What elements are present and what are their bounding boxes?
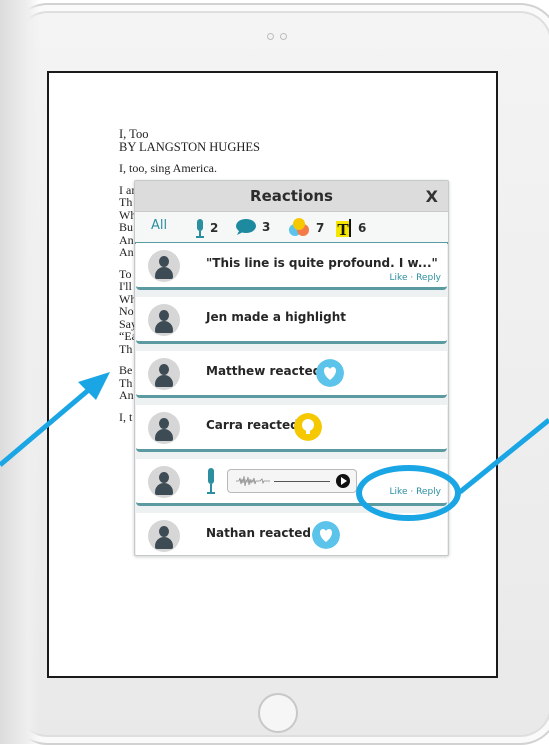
reaction-text: Jen made a highlight: [206, 310, 346, 324]
reaction-text: Nathan reacted: [206, 526, 311, 540]
reaction-card[interactable]: "This line is quite profound. I w..." Li…: [136, 243, 447, 290]
avatar: [148, 304, 180, 336]
comment-text: "This line is quite profound. I w...": [206, 256, 438, 270]
callout-arrow-left: [0, 372, 110, 467]
filter-highlights[interactable]: T 6: [335, 218, 366, 238]
filter-highlights-count: 6: [358, 221, 367, 235]
microphone-icon: [196, 219, 204, 238]
lightbulb-reaction-icon: [294, 413, 322, 441]
reaction-card[interactable]: Carra reacted: [136, 405, 447, 452]
avatar: [148, 250, 180, 282]
filter-reactions-count: 7: [316, 221, 325, 235]
heart-reaction-icon: [316, 359, 344, 387]
microphone-icon: [207, 468, 215, 494]
audio-player[interactable]: [227, 469, 357, 493]
home-button[interactable]: [258, 693, 298, 733]
reaction-text: Matthew reacted: [206, 364, 322, 378]
poem-title: I, Too: [119, 127, 149, 141]
svg-text:T: T: [337, 220, 349, 238]
reaction-card[interactable]: Jen made a highlight: [136, 297, 447, 344]
comment-bubble-icon: [236, 219, 256, 235]
filter-comments-count: 3: [262, 220, 271, 234]
panel-header: Reactions X: [135, 181, 448, 212]
heart-reaction-icon: [312, 521, 340, 549]
filter-audio[interactable]: 2: [195, 218, 218, 238]
poem-line[interactable]: I, too, sing America.: [119, 162, 260, 175]
waveform-icon: [236, 475, 270, 487]
avatar: [148, 466, 180, 498]
camera: [267, 33, 287, 40]
filter-audio-count: 2: [210, 221, 219, 235]
callout-ring: [356, 465, 461, 521]
highlight-text-icon: T: [336, 219, 351, 238]
filter-reactions[interactable]: 7: [287, 218, 324, 238]
filter-comments[interactable]: 3: [235, 218, 270, 236]
filter-all[interactable]: All: [151, 218, 167, 233]
panel-title: Reactions: [250, 187, 333, 205]
reactions-cluster-icon: [289, 218, 309, 236]
reaction-text: Carra reacted: [206, 418, 299, 432]
poem-author: BY LANGSTON HUGHES: [119, 139, 260, 154]
audio-progress-track[interactable]: [274, 481, 330, 482]
reaction-card[interactable]: Matthew reacted: [136, 351, 447, 398]
avatar: [148, 520, 180, 552]
close-button[interactable]: X: [426, 187, 438, 206]
filter-row: All 2 3 7 T 6: [135, 212, 448, 244]
callout-line-right: [458, 418, 549, 494]
avatar: [148, 412, 180, 444]
avatar: [148, 358, 180, 390]
like-reply-link[interactable]: Like · Reply: [390, 273, 441, 283]
play-button[interactable]: [336, 474, 350, 488]
